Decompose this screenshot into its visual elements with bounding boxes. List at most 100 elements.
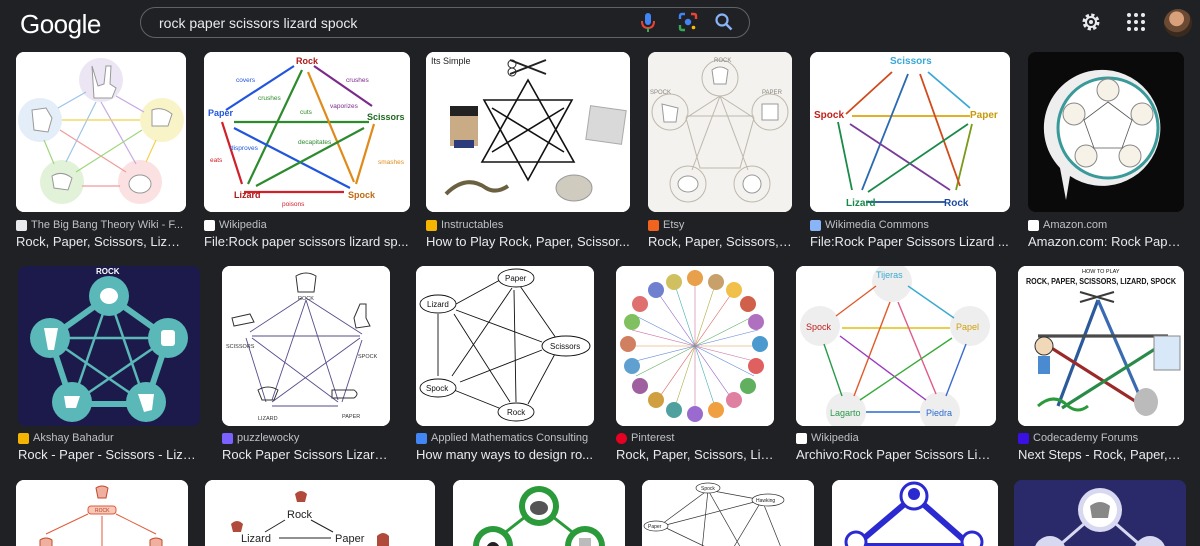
diagram-label: Spock	[426, 384, 449, 393]
result-source: Amazon.com	[1028, 218, 1184, 232]
result-thumbnail[interactable]: Rock Lizard Paper	[205, 480, 435, 546]
diagram-label: Spock	[806, 322, 832, 332]
site-favicon	[1028, 219, 1039, 231]
result-thumbnail[interactable]	[453, 480, 625, 546]
search-box[interactable]: rock paper scissors lizard spock	[140, 7, 750, 38]
result-title[interactable]: Amazon.com: Rock Pape...	[1028, 234, 1184, 249]
result-source-label: Wikipedia	[219, 219, 267, 231]
result-thumbnail[interactable]: Spock Hawking Paper	[642, 480, 814, 546]
site-favicon	[204, 219, 215, 231]
diagram-label: Lizard	[241, 533, 271, 545]
site-favicon	[222, 432, 233, 444]
result-source-label: Instructables	[441, 219, 504, 231]
search-icon[interactable]	[714, 12, 734, 32]
edge-label: crushes	[258, 95, 282, 102]
result-thumbnail[interactable]: Tijeras Spock Papel Lagarto Piedra	[796, 266, 996, 426]
diagram-label: Scissors	[890, 56, 932, 67]
account-avatar[interactable]	[1164, 9, 1192, 37]
edge-label: covers	[236, 77, 256, 84]
diagram-label: ROCK	[96, 267, 120, 276]
result-title[interactable]: Archivo:Rock Paper Scissors Liza...	[796, 447, 996, 462]
result-thumbnail[interactable]: ROCK SPOCK PAPER LIZARD SCISSORS	[222, 266, 390, 426]
result-source: puzzlewocky	[222, 431, 390, 445]
result-title[interactable]: File:Rock Paper Scissors Lizard ...	[810, 234, 1010, 249]
settings-gear-icon[interactable]	[1080, 11, 1102, 33]
thumbnail-caption: Its Simple	[431, 56, 471, 66]
result-source-label: Amazon.com	[1043, 219, 1108, 231]
result-title[interactable]: File:Rock paper scissors lizard sp...	[204, 234, 410, 249]
site-favicon	[426, 219, 437, 231]
diagram-label: Rock	[296, 56, 319, 66]
search-input[interactable]: rock paper scissors lizard spock	[159, 15, 357, 31]
edge-label: smashes	[378, 159, 405, 166]
result-thumbnail[interactable]: Scissors Spock Paper Lizard Rock	[810, 52, 1010, 212]
diagram-label: Tijeras	[876, 270, 903, 280]
diagram-label: PAPER	[762, 90, 783, 96]
result-thumbnail[interactable]: ROCK	[16, 480, 188, 546]
result-source: Wikimedia Commons	[810, 218, 1010, 232]
diagram-label: SCISSORS	[226, 344, 255, 350]
diagram-label: Piedra	[926, 408, 952, 418]
result-thumbnail[interactable]	[616, 266, 774, 426]
result-thumbnail[interactable]	[1014, 480, 1186, 546]
site-favicon	[616, 432, 627, 444]
result-title[interactable]: Rock, Paper, Scissors, Liz...	[616, 447, 774, 462]
result-title[interactable]: How to Play Rock, Paper, Scissor...	[426, 234, 630, 249]
result-source-label: puzzlewocky	[237, 432, 300, 444]
diagram-label: Scissors	[367, 112, 405, 122]
result-thumbnail[interactable]: ROCK	[18, 266, 200, 426]
result-thumbnail[interactable]	[1028, 52, 1184, 212]
result-thumbnail[interactable]	[16, 52, 186, 212]
result-source-label: Etsy	[663, 219, 685, 231]
diagram-label: ROCK	[714, 58, 731, 64]
diagram-label: LIZARD	[258, 416, 278, 422]
site-favicon	[1018, 432, 1029, 444]
result-thumbnail[interactable]: HOW TO PLAY ROCK, PAPER, SCISSORS, LIZAR…	[1018, 266, 1184, 426]
diagram-label: Lizard	[846, 198, 875, 209]
result-source: Codecademy Forums	[1018, 431, 1184, 445]
result-source-label: Akshay Bahadur	[33, 432, 114, 444]
site-favicon	[796, 432, 807, 444]
result-title[interactable]: Rock, Paper, Scissors, Lizar...	[16, 234, 186, 249]
diagram-label: Spock	[348, 190, 376, 200]
google-logo[interactable]: Google	[20, 9, 101, 40]
result-source-label: Applied Mathematics Consulting	[431, 432, 589, 444]
result-thumbnail[interactable]: ROCK SPOCK PAPER	[648, 52, 792, 212]
result-thumbnail[interactable]: Lizard Paper Scissors Spock Rock	[416, 266, 594, 426]
site-favicon	[416, 432, 427, 444]
result-source-label: Codecademy Forums	[1033, 432, 1139, 444]
result-source: Wikipedia	[204, 218, 410, 232]
edge-label: crushes	[346, 77, 370, 84]
diagram-label: Rock	[507, 408, 526, 417]
result-source: Wikipedia	[796, 431, 996, 445]
result-source-label: Pinterest	[631, 432, 675, 444]
edge-label: disproves	[230, 145, 259, 152]
lens-icon[interactable]	[678, 12, 698, 32]
diagram-label: Spock	[701, 486, 715, 492]
result-title[interactable]: Rock Paper Scissors Lizard ...	[222, 447, 390, 462]
result-source-label: Wikipedia	[811, 432, 859, 444]
result-title[interactable]: Rock, Paper, Scissors, ...	[648, 234, 792, 249]
site-favicon	[16, 219, 27, 231]
diagram-label: Lizard	[427, 300, 449, 309]
result-title[interactable]: How many ways to design ro...	[416, 447, 594, 462]
result-source: Pinterest	[616, 431, 774, 445]
microphone-icon[interactable]	[640, 12, 656, 34]
result-title[interactable]: Rock - Paper - Scissors - Lizar...	[18, 447, 200, 462]
result-source: Etsy	[648, 218, 792, 232]
site-favicon	[648, 219, 659, 231]
diagram-label: Paper	[648, 524, 662, 530]
diagram-label: Paper	[970, 110, 998, 121]
edge-label: poisons	[282, 201, 305, 208]
result-source: Applied Mathematics Consulting	[416, 431, 594, 445]
diagram-label: Papel	[956, 322, 979, 332]
result-source: Akshay Bahadur	[18, 431, 200, 445]
apps-grid-icon[interactable]	[1126, 12, 1146, 32]
result-thumbnail[interactable]	[832, 480, 998, 546]
result-title[interactable]: Next Steps - Rock, Paper, S...	[1018, 447, 1184, 462]
result-thumbnail[interactable]: Its Simple	[426, 52, 630, 212]
result-thumbnail[interactable]: Rock Paper Scissors Lizard Spock covers …	[204, 52, 410, 212]
thumbnail-caption: ROCK, PAPER, SCISSORS, LIZARD, SPOCK	[1026, 276, 1177, 286]
diagram-label: Scissors	[550, 342, 580, 351]
result-source-label: The Big Bang Theory Wiki - F...	[31, 219, 184, 231]
